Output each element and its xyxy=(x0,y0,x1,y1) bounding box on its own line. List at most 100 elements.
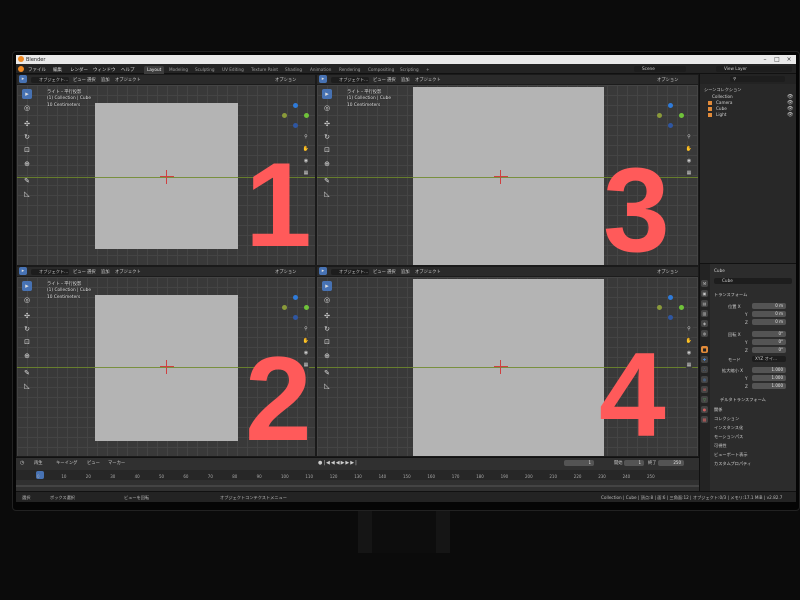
viewport-3[interactable]: ▸ オブジェクト... ビュー 選択 追加 オブジェクト オプション ライト・平… xyxy=(316,74,699,266)
camera-view-icon[interactable]: ◉ xyxy=(685,349,693,357)
tab-compositing[interactable]: Compositing xyxy=(365,66,397,74)
gizmo-y-icon[interactable] xyxy=(679,113,684,118)
scale-x-field[interactable]: 1.000 xyxy=(752,367,786,373)
gizmo-z-icon[interactable] xyxy=(293,103,298,108)
gizmo-y-neg-icon[interactable] xyxy=(657,113,662,118)
close-icon[interactable]: × xyxy=(784,56,794,63)
output-tab-icon[interactable]: ▤ xyxy=(701,300,708,307)
delta-transform-section[interactable]: デルタトランスフォーム xyxy=(720,397,766,403)
gizmo-x-icon[interactable] xyxy=(668,315,673,320)
mode-dropdown[interactable]: オブジェクト... xyxy=(331,269,369,275)
data-tab-icon[interactable]: ▽ xyxy=(701,396,708,403)
camera-view-icon[interactable]: ◉ xyxy=(302,349,310,357)
menu-object[interactable]: オブジェクト xyxy=(115,77,141,83)
measure-tool-icon[interactable]: ◺ xyxy=(22,381,32,391)
menu-edit[interactable]: 編集 xyxy=(53,67,62,73)
gizmo-z-icon[interactable] xyxy=(668,295,673,300)
tab-shading[interactable]: Shading xyxy=(282,66,305,74)
modifier-tab-icon[interactable]: ✚ xyxy=(701,356,708,363)
move-tool-icon[interactable]: ✣ xyxy=(322,311,332,321)
texture-tab-icon[interactable]: ▩ xyxy=(701,416,708,423)
tab-rendering[interactable]: Rendering xyxy=(336,66,363,74)
camera-view-icon[interactable]: ◉ xyxy=(302,157,310,165)
menu-view[interactable]: ビュー xyxy=(73,269,86,275)
menu-add[interactable]: 追加 xyxy=(401,77,410,83)
select-tool-icon[interactable]: ▸ xyxy=(319,75,327,83)
move-tool-icon[interactable]: ✣ xyxy=(322,119,332,129)
menu-render[interactable]: レンダー xyxy=(70,67,88,73)
location-x-field[interactable]: 0 m xyxy=(752,303,786,309)
scale-z-field[interactable]: 1.000 xyxy=(752,383,786,389)
physics-tab-icon[interactable]: ◎ xyxy=(701,376,708,383)
gizmo-x-icon[interactable] xyxy=(668,123,673,128)
ortho-toggle-icon[interactable]: ▦ xyxy=(302,169,310,177)
menu-view[interactable]: ビュー xyxy=(73,77,86,83)
location-y-field[interactable]: 0 m xyxy=(752,311,786,317)
gizmo-x-icon[interactable] xyxy=(293,123,298,128)
menu-help[interactable]: ヘルプ xyxy=(121,67,135,73)
scene-selector[interactable]: Scene xyxy=(634,66,686,72)
rotate-tool-icon[interactable]: ↻ xyxy=(322,324,332,334)
scale-tool-icon[interactable]: ⊡ xyxy=(22,337,32,347)
select-box-tool-icon[interactable]: ▸ xyxy=(22,89,32,99)
select-tool-icon[interactable]: ▸ xyxy=(19,267,27,275)
scale-tool-icon[interactable]: ⊡ xyxy=(22,145,32,155)
rotation-x-field[interactable]: 0° xyxy=(752,331,786,337)
select-box-tool-icon[interactable]: ▸ xyxy=(322,89,332,99)
view-layer-selector[interactable]: View Layer xyxy=(716,66,792,72)
zoom-icon[interactable]: ⚲ xyxy=(685,325,693,333)
measure-tool-icon[interactable]: ◺ xyxy=(322,189,332,199)
tool-tab-icon[interactable]: ⚒ xyxy=(701,280,708,287)
scale-tool-icon[interactable]: ⊡ xyxy=(322,145,332,155)
constraints-tab-icon[interactable]: ⊞ xyxy=(701,386,708,393)
view-layer-tab-icon[interactable]: ▥ xyxy=(701,310,708,317)
annotate-tool-icon[interactable]: ✎ xyxy=(22,176,32,186)
zoom-icon[interactable]: ⚲ xyxy=(685,133,693,141)
options-dropdown[interactable]: オプション xyxy=(657,77,678,83)
menu-file[interactable]: ファイル xyxy=(28,67,46,73)
menu-view[interactable]: ビュー xyxy=(373,77,386,83)
menu-object[interactable]: オブジェクト xyxy=(415,77,441,83)
ortho-toggle-icon[interactable]: ▦ xyxy=(685,169,693,177)
maximize-icon[interactable]: □ xyxy=(772,56,782,63)
rotate-tool-icon[interactable]: ↻ xyxy=(22,324,32,334)
gizmo-y-neg-icon[interactable] xyxy=(657,305,662,310)
timeline-scrollbar[interactable] xyxy=(16,485,699,487)
gizmo-z-icon[interactable] xyxy=(293,295,298,300)
rotation-y-field[interactable]: 0° xyxy=(752,339,786,345)
move-tool-icon[interactable]: ✣ xyxy=(22,311,32,321)
select-tool-icon[interactable]: ▸ xyxy=(319,267,327,275)
measure-tool-icon[interactable]: ◺ xyxy=(22,189,32,199)
outliner-scene-collection[interactable]: シーンコレクション xyxy=(704,87,741,93)
menu-object[interactable]: オブジェクト xyxy=(115,269,141,275)
eye-icon[interactable]: 👁 xyxy=(787,112,793,118)
pan-hand-icon[interactable]: ✋ xyxy=(685,145,693,153)
cursor-tool-icon[interactable]: ◎ xyxy=(22,103,32,113)
gizmo-y-icon[interactable] xyxy=(679,305,684,310)
menu-view[interactable]: ビュー xyxy=(373,269,386,275)
menu-select[interactable]: 選択 xyxy=(87,77,96,83)
viewport-display-section[interactable]: ビューポート表示 xyxy=(714,452,748,458)
render-tab-icon[interactable]: ▣ xyxy=(701,290,708,297)
gizmo-y-neg-icon[interactable] xyxy=(282,305,287,310)
tab-animation[interactable]: Animation xyxy=(307,66,334,74)
rotation-mode-dropdown[interactable]: XYZ オイ... xyxy=(752,356,786,362)
select-box-tool-icon[interactable]: ▸ xyxy=(22,281,32,291)
annotate-tool-icon[interactable]: ✎ xyxy=(322,176,332,186)
pan-hand-icon[interactable]: ✋ xyxy=(302,337,310,345)
select-tool-icon[interactable]: ▸ xyxy=(19,75,27,83)
options-dropdown[interactable]: オプション xyxy=(657,269,678,275)
scene-tab-icon[interactable]: ◈ xyxy=(701,320,708,327)
pan-hand-icon[interactable]: ✋ xyxy=(685,337,693,345)
rotation-z-field[interactable]: 0° xyxy=(752,347,786,353)
viewport-4[interactable]: ▸ オブジェクト... ビュー 選択 追加 オブジェクト オプション 4 ▸ ◎… xyxy=(316,266,699,457)
location-z-field[interactable]: 0 m xyxy=(752,319,786,325)
gizmo-x-icon[interactable] xyxy=(293,315,298,320)
tab-uv-editing[interactable]: UV Editing xyxy=(219,66,247,74)
transform-tool-icon[interactable]: ⊕ xyxy=(322,351,332,361)
zoom-icon[interactable]: ⚲ xyxy=(302,133,310,141)
world-tab-icon[interactable]: ◍ xyxy=(701,330,708,337)
cursor-tool-icon[interactable]: ◎ xyxy=(22,295,32,305)
blender-menu-icon[interactable] xyxy=(18,66,24,72)
transform-tool-icon[interactable]: ⊕ xyxy=(22,159,32,169)
